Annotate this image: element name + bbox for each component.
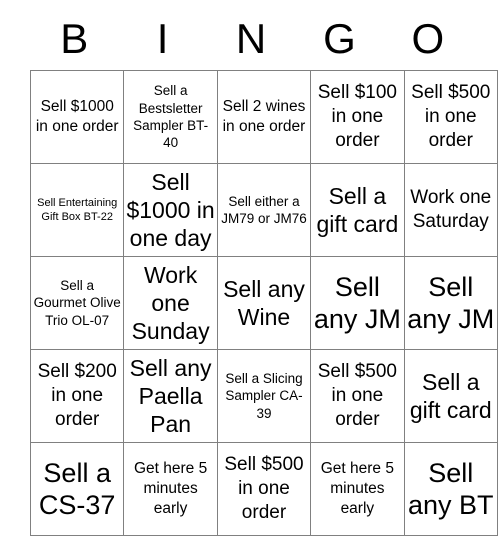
bingo-header-row: B I N G O xyxy=(30,8,472,70)
table-row: Sell a CS-37 Get here 5 minutes early Se… xyxy=(29,442,498,536)
table-row: Sell Entertaining Gift Box BT-22 Sell $1… xyxy=(29,163,498,257)
bingo-cell-i5[interactable]: Get here 5 minutes early xyxy=(123,442,218,536)
bingo-cell-b5[interactable]: Sell a CS-37 xyxy=(29,442,125,536)
bingo-cell-i4[interactable]: Sell any Paella Pan xyxy=(123,349,218,443)
bingo-cell-o1[interactable]: Sell $500 in one order xyxy=(403,70,498,164)
bingo-cell-i2[interactable]: Sell $1000 in one day xyxy=(123,163,218,257)
bingo-cell-n2[interactable]: Sell either a JM79 or JM76 xyxy=(216,163,312,257)
bingo-header-letter-n: N xyxy=(235,15,267,62)
bingo-cell-o3[interactable]: Sell any JM xyxy=(403,256,498,350)
bingo-grid: Sell $1000 in one order Sell a Bestslett… xyxy=(29,70,498,536)
bingo-cell-i1[interactable]: Sell a Bestsletter Sampler BT-40 xyxy=(123,70,218,164)
bingo-cell-g2[interactable]: Sell a gift card xyxy=(310,163,405,257)
bingo-cell-i3[interactable]: Work one Sunday xyxy=(123,256,218,350)
bingo-cell-b1[interactable]: Sell $1000 in one order xyxy=(29,70,125,164)
bingo-cell-n5[interactable]: Sell $500 in one order xyxy=(216,442,312,536)
bingo-cell-o5[interactable]: Sell any BT xyxy=(403,442,498,536)
bingo-card: B I N G O Sell $1000 in one order Sell a… xyxy=(29,8,498,536)
bingo-cell-o4[interactable]: Sell a gift card xyxy=(403,349,498,443)
bingo-cell-g4[interactable]: Sell $500 in one order xyxy=(310,349,405,443)
bingo-header-letter-o: O xyxy=(411,15,445,62)
bingo-cell-b3[interactable]: Sell a Gourmet Olive Trio OL-07 xyxy=(29,256,125,350)
bingo-cell-b2[interactable]: Sell Entertaining Gift Box BT-22 xyxy=(29,163,125,257)
bingo-cell-g5[interactable]: Get here 5 minutes early xyxy=(310,442,405,536)
table-row: Sell a Gourmet Olive Trio OL-07 Work one… xyxy=(29,256,498,350)
bingo-header-letter-i: I xyxy=(156,15,169,62)
bingo-cell-b4[interactable]: Sell $200 in one order xyxy=(29,349,125,443)
bingo-cell-g3[interactable]: Sell any JM xyxy=(310,256,405,350)
table-row: Sell $200 in one order Sell any Paella P… xyxy=(29,349,498,443)
table-row: Sell $1000 in one order Sell a Bestslett… xyxy=(29,70,498,164)
bingo-cell-n1[interactable]: Sell 2 wines in one order xyxy=(216,70,312,164)
bingo-cell-o2[interactable]: Work one Saturday xyxy=(403,163,498,257)
bingo-header-letter-g: G xyxy=(323,15,356,62)
bingo-cell-g1[interactable]: Sell $100 in one order xyxy=(310,70,405,164)
bingo-cell-n4[interactable]: Sell a Slicing Sampler CA-39 xyxy=(216,349,312,443)
bingo-header-letter-b: B xyxy=(60,15,89,62)
bingo-cell-n3[interactable]: Sell any Wine xyxy=(216,256,312,350)
